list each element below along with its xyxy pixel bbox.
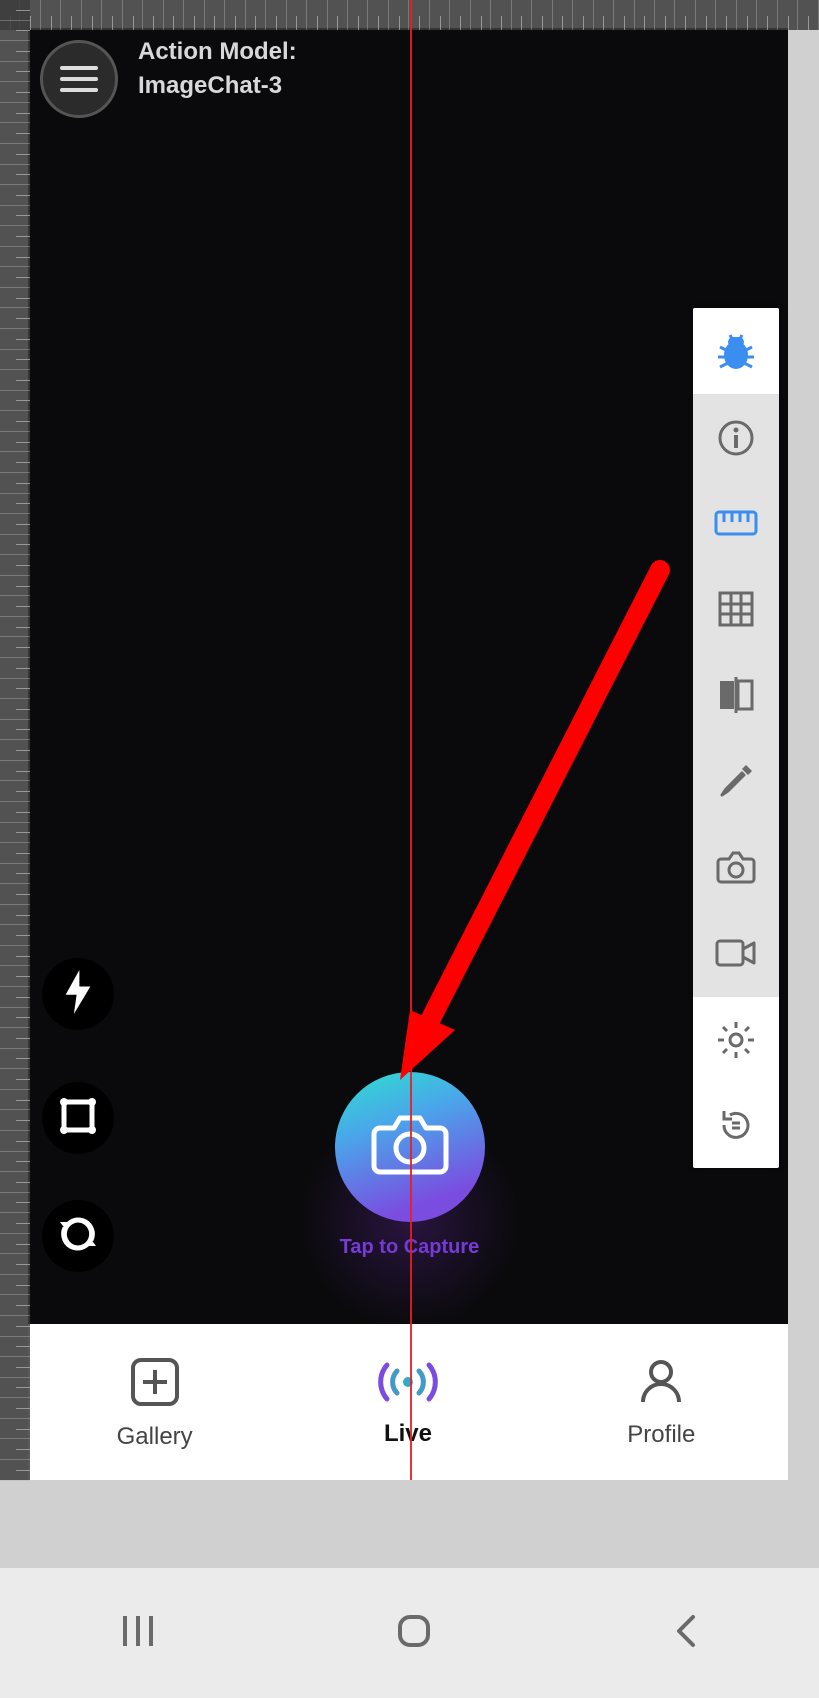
recent-apps-icon — [119, 1612, 157, 1650]
system-nav-bar — [0, 1568, 819, 1698]
nav-profile-label: Profile — [627, 1421, 695, 1449]
flash-icon — [61, 970, 95, 1019]
app-root: Action Model: ImageChat-3 Tap to Capture — [0, 0, 819, 1698]
menu-button[interactable] — [40, 40, 118, 118]
nav-profile[interactable]: Profile — [535, 1324, 788, 1480]
back-button[interactable] — [671, 1611, 701, 1656]
profile-icon — [635, 1356, 687, 1413]
flash-button[interactable] — [42, 958, 114, 1030]
video-icon[interactable] — [693, 910, 779, 996]
restart-icon[interactable] — [693, 1082, 779, 1168]
broadcast-icon — [373, 1357, 443, 1412]
nav-live-label: Live — [384, 1420, 432, 1448]
model-label: Action Model: — [138, 38, 297, 66]
back-icon — [671, 1611, 701, 1651]
hamburger-icon — [60, 66, 98, 92]
ruler-icon[interactable] — [693, 480, 779, 566]
grid-icon[interactable] — [693, 566, 779, 652]
vertical-guide-line — [410, 0, 412, 1480]
settings-icon[interactable] — [693, 996, 779, 1082]
bug-icon[interactable] — [693, 308, 779, 394]
eyedropper-icon[interactable] — [693, 738, 779, 824]
bottom-nav: Gallery Live Profile — [28, 1324, 788, 1480]
info-icon[interactable] — [693, 394, 779, 480]
ruler-left — [0, 0, 30, 1480]
home-button[interactable] — [394, 1611, 434, 1656]
recent-apps-button[interactable] — [119, 1612, 157, 1655]
debug-toolbar — [693, 308, 779, 1168]
model-name[interactable]: ImageChat-3 — [138, 72, 297, 100]
nav-gallery-label: Gallery — [117, 1423, 193, 1451]
nav-gallery[interactable]: Gallery — [28, 1324, 281, 1480]
sync-icon — [58, 1214, 98, 1259]
compare-icon[interactable] — [693, 652, 779, 738]
frame-button[interactable] — [42, 1082, 114, 1154]
screenshot-icon[interactable] — [693, 824, 779, 910]
nav-live[interactable]: Live — [281, 1324, 534, 1480]
home-icon — [394, 1611, 434, 1651]
switch-camera-button[interactable] — [42, 1200, 114, 1272]
frame-icon — [58, 1096, 98, 1141]
model-header: Action Model: ImageChat-3 — [138, 38, 297, 100]
plus-square-icon — [127, 1354, 183, 1415]
